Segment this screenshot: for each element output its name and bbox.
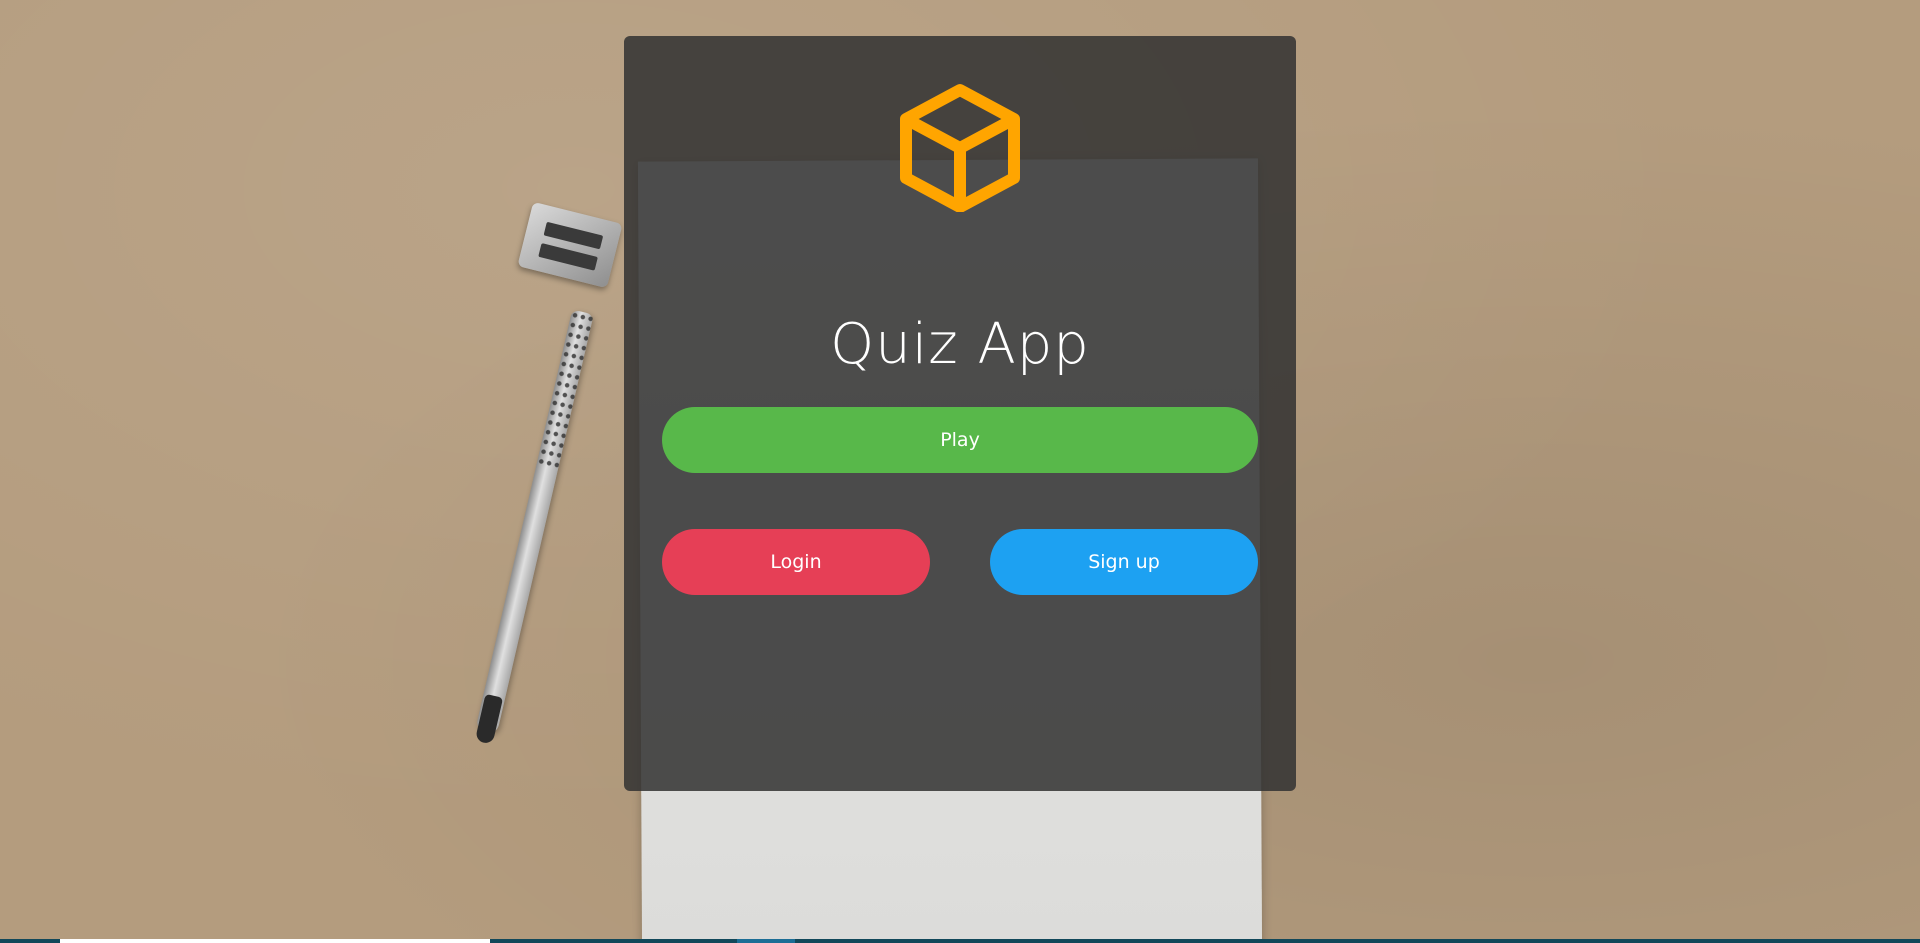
signup-button[interactable]: Sign up: [990, 529, 1258, 595]
pencil-sharpener-decoration: [517, 201, 623, 289]
taskbar-active-indicator: [60, 939, 490, 943]
pencil-decoration: [475, 309, 594, 736]
quiz-app-panel: Quiz App Play Login Sign up: [624, 36, 1296, 791]
background-scene: Quiz App Play Login Sign up: [0, 0, 1920, 943]
taskbar-app-indicator: [737, 939, 795, 943]
cube-icon: [900, 84, 1020, 212]
login-button[interactable]: Login: [662, 529, 930, 595]
play-button[interactable]: Play: [662, 407, 1258, 473]
app-title: Quiz App: [830, 312, 1090, 377]
